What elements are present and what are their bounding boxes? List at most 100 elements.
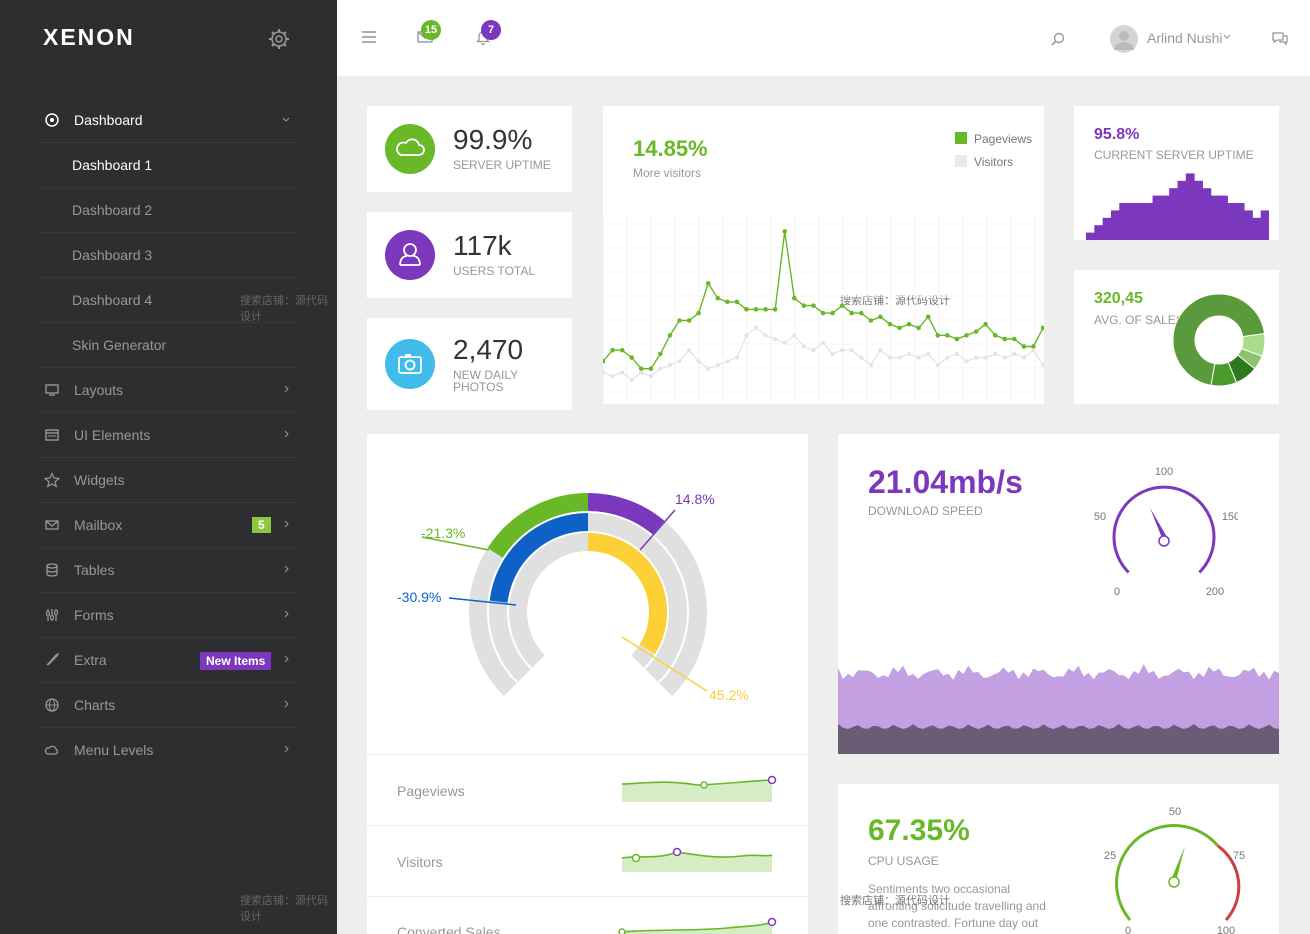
legend-label-visitors: Visitors (974, 155, 1014, 169)
sidebar-item-dashboard-2[interactable]: Dashboard 2 (38, 188, 298, 233)
data-point (753, 307, 759, 312)
data-point (964, 333, 969, 338)
data-point (686, 318, 692, 323)
database-icon (46, 563, 58, 577)
top-navbar: 15 7 Arlind Nushi (337, 0, 1310, 76)
sidebar: XENON Dashboard Dashboard 1 Dashboard 2 … (0, 0, 337, 934)
data-point (1031, 348, 1036, 353)
sidebar-item-dashboard[interactable]: Dashboard (38, 98, 298, 143)
chevron-right-icon (284, 610, 289, 618)
daily-photos-card: 2,470 NEW DAILY PHOTOS (367, 318, 572, 410)
legend-label-pageviews: Pageviews (974, 132, 1033, 146)
visitors-pct: 14.85% (633, 136, 708, 161)
uptime-bar (1110, 210, 1120, 240)
uptime-bar (1202, 188, 1212, 240)
cloud-icon (44, 745, 58, 755)
data-point (887, 321, 893, 327)
uptime-bar (1260, 210, 1269, 240)
data-point (629, 377, 634, 382)
uptime-bar (1244, 210, 1253, 240)
sidebar-item-label: Layouts (74, 382, 124, 398)
sidebar-item-dashboard-1[interactable]: Dashboard 1 (38, 143, 298, 188)
sidebar-item-menu-levels[interactable]: Menu Levels (38, 728, 298, 773)
download-speed-gauge: 100 50 150 0 200 (1094, 466, 1238, 598)
data-point (705, 281, 711, 286)
pageviews-sparkline (621, 775, 777, 802)
data-point (734, 299, 740, 305)
chat-icon[interactable] (1271, 30, 1289, 46)
gauge-tick: 200 (1206, 586, 1224, 598)
divider (367, 896, 808, 897)
data-point (734, 355, 739, 360)
user-icon (399, 243, 421, 266)
sidebar-item-widgets[interactable]: Widgets (38, 458, 298, 503)
notification-count-badge: 7 (481, 20, 501, 40)
sidebar-item-dashboard-3[interactable]: Dashboard 3 (38, 233, 298, 278)
radial-label: 14.8% (675, 491, 715, 507)
visitors-line-chart (603, 216, 1044, 404)
gear-icon[interactable] (268, 28, 290, 50)
uptime-bar (1119, 203, 1129, 240)
uptime-bar (1194, 180, 1203, 240)
sidebar-item-forms[interactable]: Forms (38, 593, 298, 638)
hamburger-menu-icon[interactable] (362, 30, 376, 44)
new-items-badge: New Items (200, 652, 272, 670)
chevron-right-icon (284, 745, 289, 753)
uptime-label: SERVER UPTIME (453, 158, 551, 172)
data-point (916, 325, 921, 331)
data-point (725, 299, 730, 305)
uptime-bar (1219, 195, 1228, 240)
data-point (763, 307, 768, 312)
gauge-tick: 50 (1169, 806, 1181, 818)
chevron-right-icon (284, 430, 289, 438)
data-point (916, 355, 921, 360)
radial-label: -30.9% (397, 589, 441, 605)
data-point (821, 340, 825, 345)
sidebar-item-label: Dashboard 3 (72, 247, 153, 263)
sidebar-item-mailbox[interactable]: Mailbox 5 (38, 503, 298, 548)
gauge-icon (45, 113, 59, 127)
sidebar-item-layouts[interactable]: Layouts (38, 368, 298, 413)
sidebar-item-skin-generator[interactable]: Skin Generator (38, 323, 298, 368)
uptime-bar (1210, 195, 1220, 240)
watermark: 搜索店铺：源代码设计 (240, 295, 328, 323)
sidebar-item-tables[interactable]: Tables (38, 548, 298, 593)
visitors-sub: More visitors (633, 166, 702, 180)
gauge-tick: 100 (1217, 925, 1235, 934)
chevron-down-icon[interactable] (1223, 34, 1231, 40)
data-point (706, 366, 711, 371)
data-point (954, 336, 960, 342)
sidebar-item-label: Skin Generator (72, 337, 167, 353)
data-point (830, 310, 835, 316)
data-point (629, 355, 634, 360)
data-point (696, 359, 701, 364)
mail-count-badge: 15 (421, 20, 441, 40)
sidebar-item-label: Dashboard (74, 112, 143, 128)
avatar[interactable] (1110, 25, 1138, 53)
user-name[interactable]: Arlind Nushi (1147, 30, 1222, 46)
data-point (1021, 355, 1026, 360)
data-point (715, 363, 720, 368)
uptime-bar (1252, 217, 1262, 240)
series-line (603, 231, 1044, 370)
sidebar-item-ui-elements[interactable]: UI Elements (38, 413, 298, 458)
data-point (1021, 344, 1027, 349)
radial-bar (587, 533, 667, 654)
sidebar-item-label: Tables (74, 562, 115, 578)
users-label: USERS TOTAL (453, 264, 536, 278)
data-point (1002, 336, 1008, 342)
chevron-right-icon (284, 385, 289, 393)
sidebar-item-charts[interactable]: Charts (38, 683, 298, 728)
sidebar-item-label: UI Elements (74, 427, 151, 443)
sidebar-item-label: Widgets (74, 472, 125, 488)
search-icon[interactable] (1051, 32, 1065, 46)
sidebar-item-label: Forms (74, 607, 114, 623)
sidebar-item-extra[interactable]: Extra New Items (38, 638, 298, 683)
data-point (1040, 325, 1044, 331)
radial-chart-card: -21.3% 14.8% -30.9% 45.2% Pageviews Visitor… (367, 434, 808, 934)
gauge-tick: 75 (1233, 850, 1245, 862)
spark-row-label: Pageviews (397, 783, 465, 799)
data-point (897, 325, 902, 331)
cpu-usage-gauge: 50 25 75 0 100 (1104, 806, 1245, 934)
logo[interactable]: XENON (43, 24, 135, 51)
